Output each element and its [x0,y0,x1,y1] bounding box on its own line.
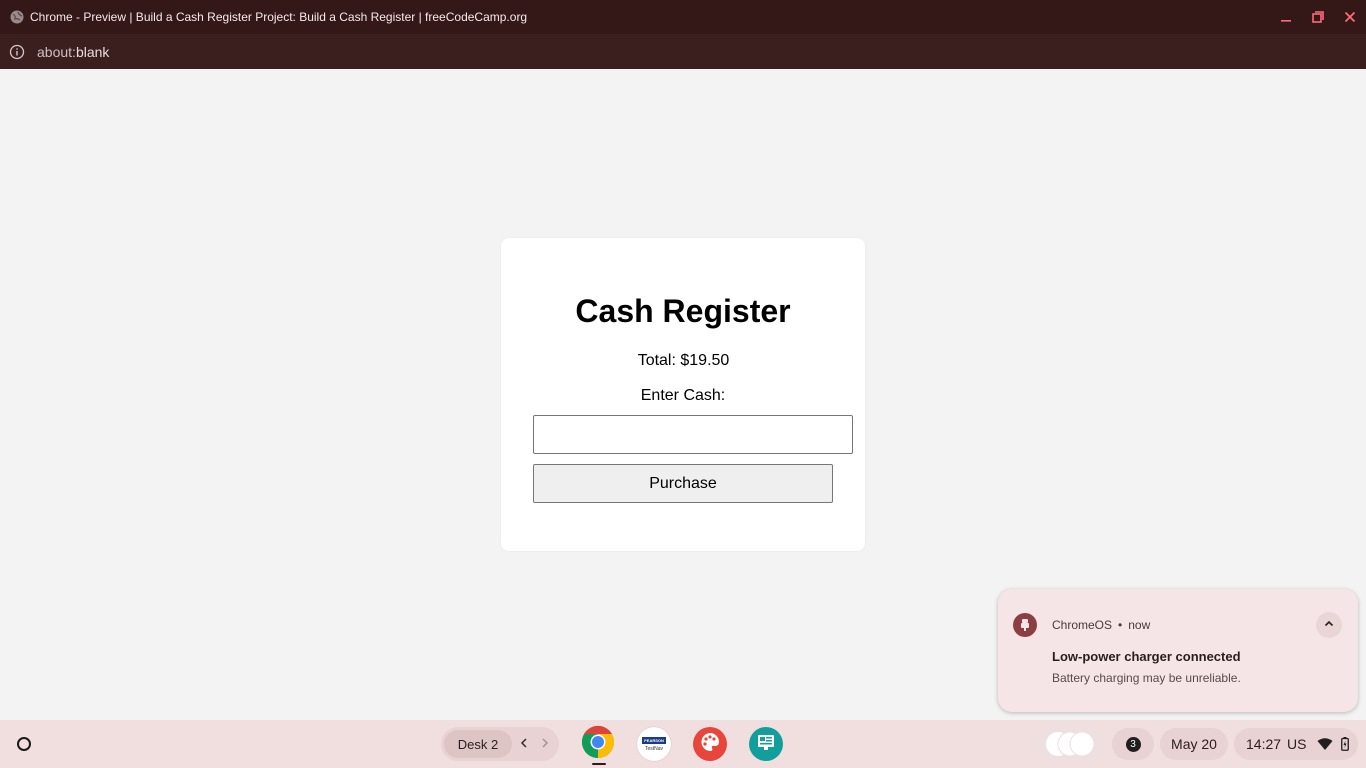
cash-input[interactable] [533,415,853,454]
separator-dot: • [1118,618,1123,632]
purchase-button[interactable]: Purchase [533,464,833,503]
address-bar: about:blank [0,34,1366,69]
battery-charging-icon [1340,737,1349,751]
pearson-testnav-icon: PEARSON TestNav [642,736,666,752]
system-tray-button[interactable]: 14:27 US [1234,728,1358,760]
restore-button[interactable] [1302,0,1334,34]
pearson-testnav-app[interactable]: PEARSON TestNav [637,727,671,761]
notification-app-name: ChromeOS [1052,618,1113,632]
previous-desk-button[interactable] [515,734,533,754]
ime-indicator: US [1287,736,1307,752]
paint-app[interactable] [693,727,727,761]
pearson-logo-label: PEARSON [642,736,666,744]
charger-icon [1013,613,1037,637]
desk-switcher: Desk 2 [441,727,559,761]
chevron-up-icon [1324,616,1334,634]
launcher-icon [17,737,31,751]
minimize-button[interactable] [1270,0,1302,34]
cash-register-card: Cash Register Total: $19.50 Enter Cash: … [501,238,865,551]
collapse-button[interactable] [1316,612,1342,638]
cash-label: Enter Cash: [640,387,726,404]
desk-button[interactable]: Desk 2 [444,730,512,758]
chrome-app[interactable] [581,725,615,764]
notification-center-button[interactable]: 3 [1112,728,1154,760]
testnav-label: TestNav [644,745,664,752]
paint-icon [699,731,721,758]
clock-text: 14:27 [1246,736,1282,752]
classroom-screen-app[interactable] [749,727,783,761]
notification-source: ChromeOS • now [1052,618,1150,632]
info-icon[interactable] [9,44,25,60]
globe-icon [10,10,24,24]
url-path: blank [75,43,110,60]
url-text[interactable]: about:blank [37,44,109,60]
classroom-screen-icon [755,732,777,757]
launcher-button[interactable] [8,728,40,760]
wifi-icon [1317,737,1333,751]
chrome-icon [581,725,615,764]
active-app-indicator [592,763,606,765]
window-title: Chrome - Preview | Build a Cash Register… [30,10,528,24]
next-desk-button[interactable] [536,734,554,754]
close-button[interactable] [1334,0,1366,34]
shelf: Desk 2 PEARSON TestNav 3 May 20 14:27 US [0,720,1366,768]
page-title: Cash Register [575,293,791,329]
notification-title: Low-power charger connected [1052,649,1241,664]
notification-time: now [1128,618,1151,632]
notification-popup[interactable]: ChromeOS • now Low-power charger connect… [998,589,1358,712]
url-scheme: about: [37,43,76,60]
chevron-right-icon [541,735,549,753]
notification-body: Battery charging may be unreliable. [1052,671,1241,685]
date-text: May 20 [1171,736,1217,752]
holding-space-button[interactable] [1036,728,1104,760]
chevron-left-icon [520,735,528,753]
total-display: Total: $19.50 [637,352,730,369]
holding-space-icon [1042,730,1098,758]
calendar-button[interactable]: May 20 [1160,728,1228,760]
window-title-bar: Chrome - Preview | Build a Cash Register… [0,0,1366,34]
notification-count-badge: 3 [1125,736,1141,752]
